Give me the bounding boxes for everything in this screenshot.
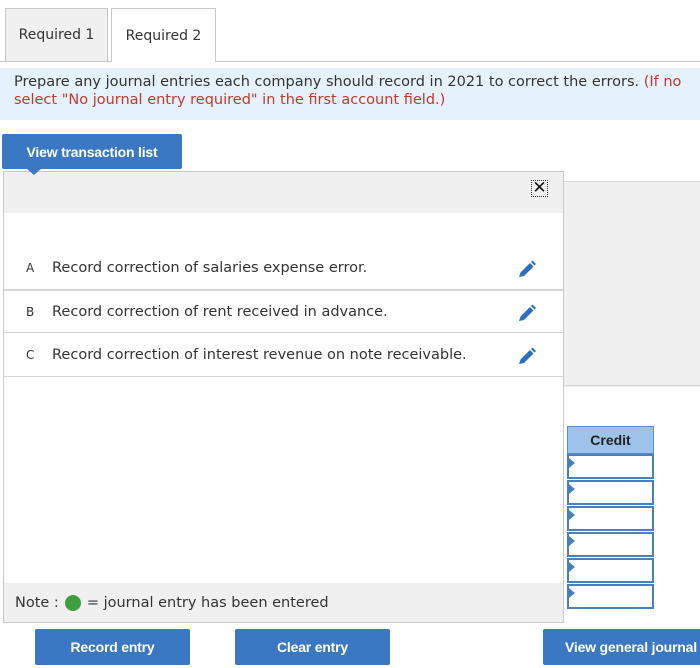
instruction-text: Prepare any journal entries each company…	[14, 74, 640, 90]
credit-input[interactable]	[567, 506, 654, 531]
transaction-letter: B	[26, 304, 35, 319]
view-transaction-list-button[interactable]: View transaction list	[2, 134, 182, 169]
entry-marker-icon	[569, 562, 575, 572]
transaction-list-popup: ✕ A Record correction of salaries expens…	[3, 171, 564, 623]
note-prefix: Note :	[15, 594, 59, 611]
entry-marker-icon	[569, 588, 575, 598]
credit-input[interactable]	[567, 532, 654, 557]
entry-marker-icon	[569, 536, 575, 546]
instruction-hint-line1: (If no	[643, 74, 682, 90]
tab-required-1[interactable]: Required 1	[5, 8, 108, 61]
credit-input[interactable]	[567, 584, 654, 609]
edit-pencil-icon[interactable]	[516, 347, 538, 367]
transaction-row[interactable]: A Record correction of salaries expense …	[4, 247, 563, 290]
entered-dot-icon	[64, 594, 81, 611]
clear-entry-button[interactable]: Clear entry	[235, 629, 390, 665]
view-general-journal-button[interactable]: View general journal	[543, 629, 700, 665]
transaction-text: Record correction of salaries expense er…	[52, 260, 368, 276]
instruction-hint-line2: select "No journal entry required" in th…	[14, 92, 446, 108]
credit-input[interactable]	[567, 558, 654, 583]
transaction-text: Record correction of interest revenue on…	[52, 347, 467, 363]
background-panel	[563, 181, 700, 387]
tab-label: Required 1	[18, 27, 95, 43]
credit-column-header: Credit	[567, 426, 654, 454]
credit-input[interactable]	[567, 480, 654, 505]
entry-marker-icon	[569, 484, 575, 494]
credit-input[interactable]	[567, 454, 654, 479]
tab-required-2[interactable]: Required 2	[111, 8, 216, 62]
record-entry-button[interactable]: Record entry	[35, 629, 190, 665]
entry-marker-icon	[569, 458, 575, 468]
transaction-letter: C	[26, 348, 35, 362]
edit-pencil-icon[interactable]	[516, 260, 538, 280]
tab-divider	[0, 61, 700, 62]
transaction-letter: A	[26, 261, 35, 275]
close-icon[interactable]: ✕	[531, 180, 548, 197]
transaction-text: Record correction of rent received in ad…	[52, 303, 388, 320]
instruction-box: Prepare any journal entries each company…	[0, 68, 700, 120]
popup-header: ✕	[4, 172, 563, 213]
note-text: = journal entry has been entered	[86, 594, 329, 611]
entry-marker-icon	[569, 510, 575, 520]
background-divider	[563, 385, 700, 386]
popup-pointer	[26, 168, 42, 175]
tab-label: Required 2	[125, 27, 202, 44]
note-bar: Note : = journal entry has been entered	[4, 583, 563, 622]
transaction-row[interactable]: B Record correction of rent received in …	[4, 290, 563, 333]
edit-pencil-icon[interactable]	[516, 304, 538, 324]
transaction-row[interactable]: C Record correction of interest revenue …	[4, 334, 563, 377]
